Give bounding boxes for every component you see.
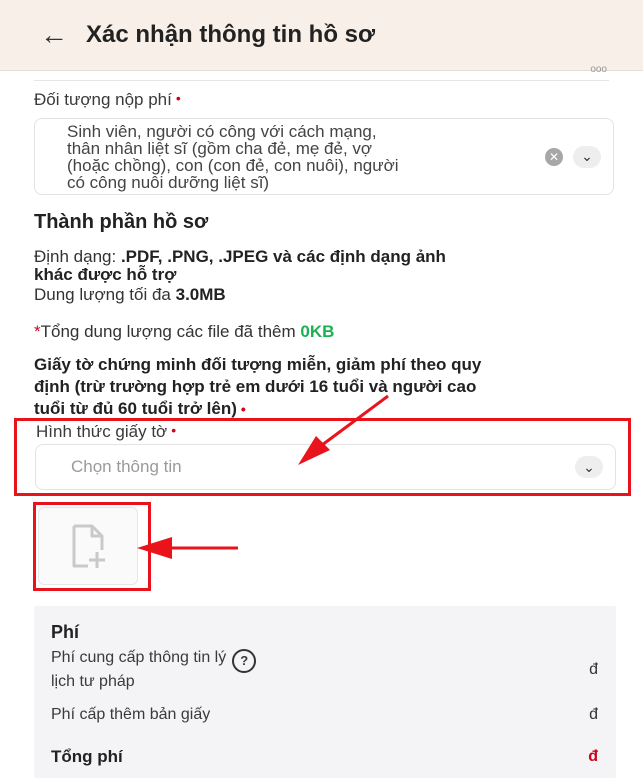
- chevron-down-icon[interactable]: ⌄: [573, 145, 601, 168]
- fee-total-row: Tổng phí đ: [51, 748, 598, 766]
- doc-type-placeholder: Chọn thông tin: [71, 457, 182, 476]
- format-info: Định dạng: .PDF, .PNG, .JPEG và các định…: [34, 248, 614, 304]
- fee-label: Phí cấp thêm bản giấy: [51, 706, 211, 723]
- payer-label: Đối tượng nộp phí: [34, 90, 172, 109]
- proof-line: Giấy tờ chứng minh đối tượng miễn, giảm …: [34, 355, 482, 374]
- required-star: *: [34, 322, 41, 341]
- fee-value: đ: [589, 661, 598, 678]
- max-size-value: 3.0MB: [175, 285, 226, 304]
- annotation-arrow: [137, 537, 238, 559]
- proof-line: định (trừ trường hợp trẻ em dưới 16 tuổi…: [34, 377, 477, 396]
- payer-value-line: thân nhân liệt sĩ (gồm cha đẻ, mẹ đẻ, vợ: [67, 138, 373, 158]
- fee-value: đ: [589, 706, 598, 723]
- max-size-label: Dung lượng tối đa: [34, 285, 176, 304]
- fee-title: Phí: [51, 622, 80, 642]
- required-mark: •: [171, 422, 177, 438]
- upload-button[interactable]: [38, 507, 138, 585]
- clear-icon[interactable]: ✕: [545, 147, 563, 166]
- doc-type-select[interactable]: Chọn thông tin ⌄: [35, 444, 616, 490]
- arrow-left-icon[interactable]: ←: [40, 21, 68, 49]
- required-mark: •: [240, 401, 246, 417]
- format-list: .PDF, .PNG, .JPEG và các định dạng ảnh: [120, 247, 446, 266]
- doc-type-label: Hình thức giấy tờ: [36, 422, 168, 441]
- documents-section-title: Thành phần hồ sơ: [34, 211, 209, 233]
- format-prefix: Định dạng:: [34, 247, 121, 266]
- main-content: Đối tượng nộp phí • Sinh viên, người có c…: [34, 80, 614, 420]
- total-size-label: Tổng dung lượng các file đã thêm: [40, 322, 301, 341]
- payer-value-line: có công nuôi dưỡng liệt sĩ): [67, 172, 270, 192]
- payer-value-line: (hoặc chồng), con (con đẻ, con nuôi), ng…: [67, 155, 399, 175]
- payer-value-line: Sinh viên, người có công với cách mạng,: [67, 121, 377, 141]
- add-file-icon: [72, 524, 105, 568]
- fee-row: Phí cung cấp thông tin lý? lịch tư pháp …: [51, 648, 598, 692]
- page-title: Xác nhận thông tin hồ sơ: [86, 21, 376, 48]
- fee-label: Phí cung cấp thông tin lý: [51, 649, 227, 666]
- fee-card: Phí Phí cung cấp thông tin lý? lịch tư p…: [34, 606, 616, 778]
- chevron-down-icon[interactable]: ⌄: [575, 456, 603, 478]
- doc-type-label-row: Hình thức giấy tờ •: [36, 422, 176, 442]
- format-list-cont: khác được hỗ trợ: [34, 265, 177, 284]
- fee-row: Phí cấp thêm bản giấy đ: [51, 706, 598, 724]
- payer-value: Sinh viên, người có công với cách mạng, …: [67, 123, 529, 191]
- fee-label: lịch tư pháp: [51, 673, 135, 690]
- total-size-value: 0KB: [300, 322, 335, 341]
- payer-label-row: Đối tượng nộp phí •: [34, 90, 614, 110]
- app-header: ← Xác nhận thông tin hồ sơ: [0, 0, 643, 71]
- payer-select[interactable]: Sinh viên, người có công với cách mạng, …: [34, 118, 614, 195]
- total-size-info: *Tổng dung lượng các file đã thêm 0KB: [34, 322, 614, 342]
- fee-total-value: đ: [588, 748, 598, 765]
- help-icon[interactable]: ?: [232, 649, 257, 673]
- required-mark: •: [175, 90, 181, 106]
- fee-name: Phí cung cấp thông tin lý? lịch tư pháp: [51, 649, 589, 691]
- proof-doc-title: Giấy tờ chứng minh đối tượng miễn, giảm …: [34, 354, 614, 420]
- proof-line: tuổi từ đủ 60 tuổi trở lên): [34, 399, 237, 418]
- fee-total-label: Tổng phí: [51, 747, 123, 766]
